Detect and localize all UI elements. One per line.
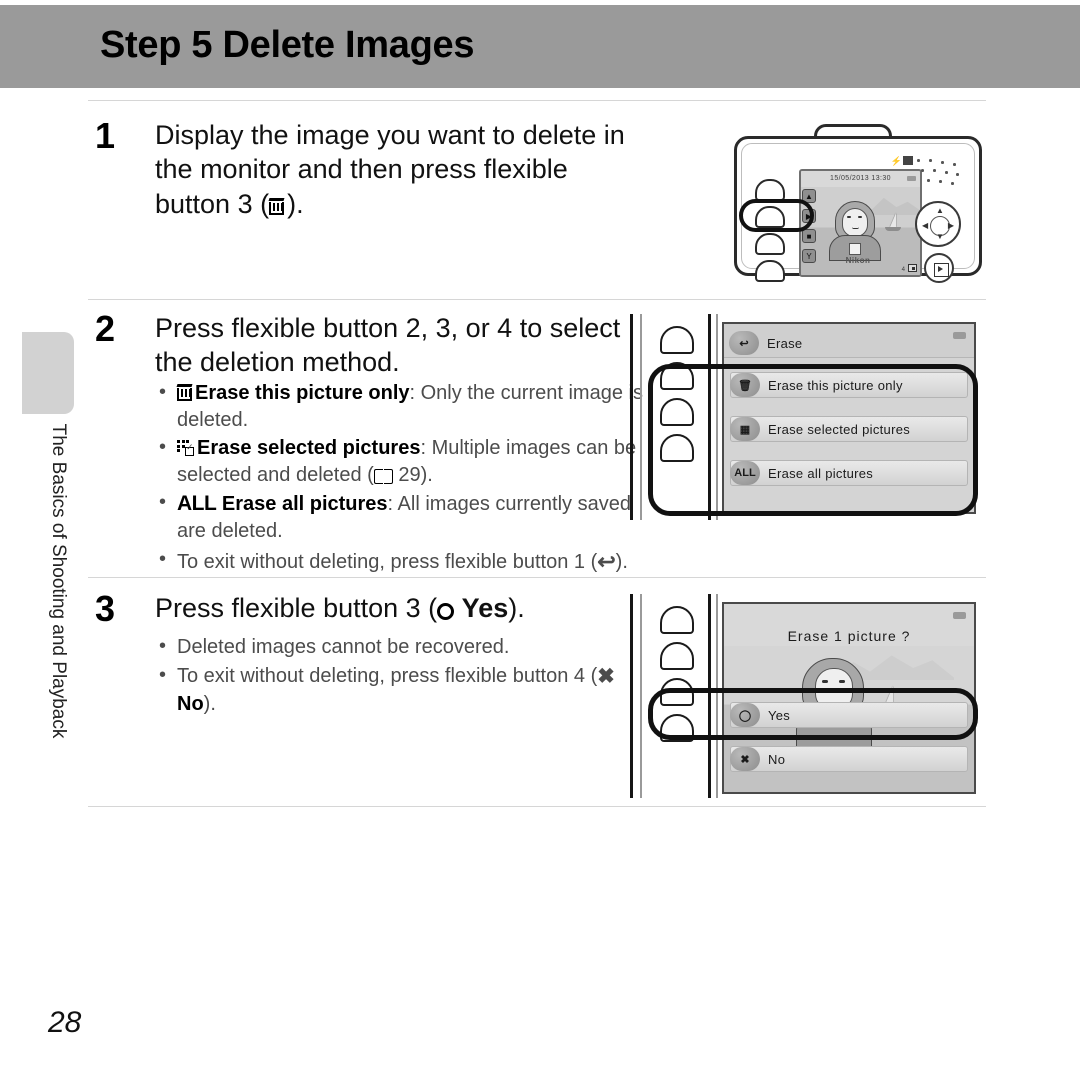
erase-menu-illustration: ↩ Erase 🗑 Erase this picture only ▦ Eras… <box>626 312 986 524</box>
bullet-text-after: ). <box>615 550 628 573</box>
bullet-text-after: ). <box>420 463 433 486</box>
person-figure <box>829 201 881 261</box>
highlight-flexible-button-3 <box>648 688 978 740</box>
step-3-yes-label: Yes <box>461 593 509 623</box>
step-3-heading-before: Press flexible button 3 ( <box>155 593 438 623</box>
camera-illustration: 15/05/2013 13:30 4 ▲ ▶ ■ Y ⚡ ▲ ▼ ◀ ▶ Nik… <box>726 118 988 288</box>
battery-icon <box>953 612 966 619</box>
divider-4 <box>88 806 986 807</box>
step-2-heading-line2: the deletion method. <box>155 347 400 378</box>
flexible-button-1 <box>660 326 694 354</box>
grid-check-icon <box>177 440 194 457</box>
dial-up-arrow-icon: ▲ <box>936 206 944 215</box>
confirm-dialog-illustration: Erase 1 picture ? ◯ Yes ✖ No <box>626 592 986 802</box>
camera-top-indicators: ⚡ <box>891 156 913 167</box>
bullet-term: Erase this picture only <box>195 382 410 404</box>
bullet-text-before: To exit without deleting, press flexible… <box>177 664 598 687</box>
bullet-term: Erase all pictures <box>221 493 388 516</box>
page-reference: 29 <box>398 463 421 486</box>
bullet-exit-without-deleting: To exit without deleting, press flexible… <box>155 546 655 576</box>
bullet-text: Deleted images cannot be recovered. <box>177 636 510 658</box>
bullet-erase-this-picture-only: Erase this picture only: Only the curren… <box>155 379 655 433</box>
step-3-heading-after: ). <box>508 593 525 623</box>
chapter-tab-label: The Basics of Shooting and Playback <box>48 423 69 739</box>
menu-title-label: Erase <box>767 335 803 351</box>
trash-icon <box>268 197 285 215</box>
dialog-option-no: ✖ No <box>730 746 968 772</box>
bullet-text-after: ). <box>203 692 216 715</box>
monitor-datetime: 15/05/2013 13:30 <box>801 171 920 187</box>
trash-icon <box>176 384 193 401</box>
manual-page: Step 5 Delete Images The Basics of Shoot… <box>0 0 1080 1080</box>
dialog-title: Erase 1 picture ? <box>787 628 911 644</box>
frame-count: 4 <box>901 267 906 273</box>
bullet-text-before: To exit without deleting, press flexible… <box>177 550 598 573</box>
step-3-bullets: Deleted images cannot be recovered. To e… <box>155 633 655 719</box>
flexible-button-2 <box>660 642 694 670</box>
book-reference-icon <box>373 468 393 484</box>
bullet-term: Erase selected pictures <box>197 437 421 460</box>
sailboat-icon <box>885 213 901 231</box>
step-1-heading-line2a: monitor and then press flexible button 3… <box>155 154 568 219</box>
circle-icon <box>437 603 455 620</box>
page-title: Step 5 Delete Images <box>100 24 475 66</box>
no-label: No <box>177 692 204 715</box>
divider-2 <box>88 299 986 300</box>
step-3-heading: Press flexible button 3 ( Yes). <box>155 591 625 625</box>
step-2-heading-line1: Press flexible button 2, 3, or 4 to sele… <box>155 313 621 343</box>
bracket-outer <box>630 314 633 520</box>
bracket-inner <box>640 594 642 798</box>
bracket-inner <box>640 314 642 520</box>
dial-down-arrow-icon: ▼ <box>936 232 944 241</box>
dial-right-arrow-icon: ▶ <box>947 221 954 230</box>
camera-flexible-buttons <box>755 179 785 287</box>
highlight-flexible-buttons-2-3-4 <box>648 364 978 516</box>
back-arrow-icon: ↩ <box>597 548 616 574</box>
highlight-flexible-button-3 <box>739 199 814 232</box>
page-number: 28 <box>48 1006 82 1039</box>
flexible-button-1 <box>755 179 785 201</box>
dial-left-arrow-icon: ◀ <box>922 221 929 230</box>
bullet-erase-all-pictures: ALL Erase all pictures: All images curre… <box>155 489 655 545</box>
step-3-number: 3 <box>95 588 116 629</box>
menu-title-row: ↩ Erase <box>729 330 880 356</box>
step-2-number: 2 <box>95 308 116 349</box>
x-icon: ✖ <box>730 747 760 771</box>
speaker-dots <box>911 157 963 187</box>
step-2-bullets: Erase this picture only: Only the curren… <box>155 379 655 578</box>
back-arrow-icon: ↩ <box>729 331 759 355</box>
bullet-cannot-be-recovered: Deleted images cannot be recovered. <box>155 633 655 661</box>
all-icon: ALL <box>177 492 217 516</box>
flexible-button-3 <box>755 233 785 255</box>
playback-mode-icon <box>908 264 917 272</box>
trash-icon: ■ <box>802 229 816 243</box>
step-2-heading: Press flexible button 2, 3, or 4 to sele… <box>155 311 625 380</box>
dialog-option-label: No <box>768 751 786 767</box>
flexible-button-1 <box>660 606 694 634</box>
multi-selector-dial: ▲ ▼ ◀ ▶ <box>915 201 961 247</box>
x-icon: ✖ <box>597 664 615 688</box>
battery-icon <box>953 332 966 339</box>
monitor-frame-info: 4 <box>902 264 917 273</box>
bracket-outer <box>630 594 633 798</box>
step-1-heading-line2b: ). <box>287 188 304 219</box>
bullet-exit-without-deleting: To exit without deleting, press flexible… <box>155 662 655 718</box>
step-1-heading: Display the image you want to delete in … <box>155 118 625 221</box>
step-1-number: 1 <box>95 115 116 156</box>
divider-1 <box>88 100 986 101</box>
camera-brand: Nikon <box>845 256 871 265</box>
bullet-erase-selected-pictures: Erase selected pictures: Multiple images… <box>155 434 655 488</box>
